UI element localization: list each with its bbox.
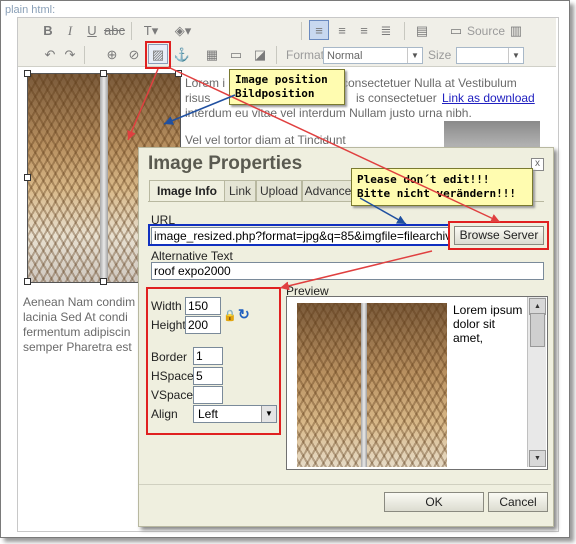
format-label: Format	[286, 48, 325, 62]
dialog-title: Image Properties	[148, 153, 303, 174]
download-link[interactable]: Link as download	[442, 91, 535, 105]
chevron-down-icon: ▼	[261, 406, 276, 422]
plain-html-label: plain html:	[5, 4, 56, 16]
bold-icon[interactable]: B	[38, 21, 58, 41]
doc-line-4: Vel vel tortor diam at Tincidunt	[185, 133, 346, 147]
paste-icon[interactable]: ▤	[412, 21, 432, 41]
doc-lower-line: lacinia Sed At condi	[23, 310, 128, 324]
height-field[interactable]: 200	[185, 316, 221, 334]
vspace-label: VSpace	[151, 388, 194, 402]
toolbar-separator	[131, 22, 132, 40]
rule-icon[interactable]: ▭	[226, 45, 246, 65]
toolbar-separator	[84, 46, 85, 64]
doc-line-1: Lorem i	[185, 76, 226, 90]
reset-size-icon[interactable]: ↻	[238, 306, 250, 323]
alt-text-label: Alternative Text	[151, 249, 233, 263]
border-label: Border	[151, 350, 188, 364]
callout-line: Please don´t edit!!!	[357, 173, 490, 186]
undo-icon[interactable]: ↶	[40, 45, 60, 65]
url-highlight	[148, 224, 450, 246]
doc-line-1-rest: consectetuer Nulla at Vestibulum	[342, 76, 517, 90]
width-field[interactable]: 150	[185, 297, 221, 315]
preview-image	[297, 303, 447, 467]
vspace-field[interactable]	[193, 386, 223, 404]
scroll-down-icon[interactable]: ▼	[529, 450, 546, 467]
text-color-icon[interactable]: T▾	[138, 21, 164, 41]
browse-highlight	[448, 221, 549, 250]
align-left-icon[interactable]: ≡	[309, 20, 329, 40]
width-label: Width	[151, 299, 182, 313]
image-pillar	[100, 75, 108, 280]
tab-upload[interactable]: Upload	[256, 180, 302, 201]
justify-icon[interactable]: ≣	[376, 21, 396, 41]
underline-icon[interactable]: U	[82, 21, 102, 41]
resize-handle[interactable]	[100, 70, 107, 77]
align-right-icon[interactable]: ≡	[354, 21, 374, 41]
chevron-down-icon: ▼	[407, 48, 422, 63]
table-icon[interactable]: ▦	[202, 45, 222, 65]
strike-icon[interactable]: abc	[104, 21, 125, 41]
scroll-thumb[interactable]	[530, 313, 545, 347]
dont-edit-callout: Please don´t edit!!! Bitte nicht verände…	[351, 168, 533, 206]
resize-handle[interactable]	[24, 70, 31, 77]
resize-handle[interactable]	[24, 278, 31, 285]
editor-toolbar: B I U abc T▾ ◈▾ ≡ ≡ ≡ ≣ ▤ ▭ Source ▥ ↶ ↷…	[18, 18, 556, 67]
doc-line-3: interdum eu vitae vel interdum Nullam ju…	[185, 106, 472, 120]
preview-text: Lorem ipsum dolor sit amet,	[453, 303, 523, 345]
doc-line-2: risus	[185, 91, 211, 105]
align-value: Left	[198, 407, 219, 421]
doc-lower-line: Aenean Nam condim	[23, 295, 136, 309]
callout-line: Bitte nicht verändern!!!	[357, 187, 516, 200]
toolbar-separator	[404, 22, 405, 40]
toolbar-separator	[301, 22, 302, 40]
tab-link[interactable]: Link	[224, 180, 256, 201]
size-label: Size	[428, 48, 452, 62]
image-button-highlight	[145, 41, 171, 69]
preview-pillar	[361, 303, 367, 467]
tab-advanced[interactable]: Advance	[302, 180, 354, 201]
hspace-label: HSpace	[151, 369, 194, 383]
alt-text-field[interactable]: roof expo2000	[151, 262, 544, 280]
doc-lower-line: fermentum adipiscin	[23, 325, 131, 339]
footer-divider	[139, 484, 551, 485]
help-icon[interactable]: ▥	[506, 21, 526, 41]
box-icon[interactable]: ◪	[250, 45, 270, 65]
source-label[interactable]: Source	[467, 21, 505, 41]
lock-icon[interactable]: 🔒	[223, 309, 237, 322]
unlink-icon[interactable]: ⊘	[124, 45, 144, 65]
callout-line: Bildposition	[235, 87, 315, 100]
chevron-down-icon: ▼	[508, 48, 523, 63]
doc-line-2-mid: is consectetuer	[356, 91, 437, 105]
redo-icon[interactable]: ↷	[60, 45, 80, 65]
toolbar-separator	[276, 46, 277, 64]
image-position-callout: Image position Bildposition	[229, 69, 345, 105]
bg-color-icon[interactable]: ◈▾	[170, 21, 196, 41]
tab-image-info[interactable]: Image Info	[149, 180, 225, 202]
format-value: Normal	[327, 50, 363, 62]
format-dropdown[interactable]: Normal ▼	[323, 47, 423, 64]
align-select[interactable]: Left ▼	[193, 405, 277, 423]
italic-icon[interactable]: I	[60, 21, 80, 41]
size-dropdown[interactable]: ▼	[456, 47, 524, 64]
border-field[interactable]: 1	[193, 347, 223, 365]
align-label: Align	[151, 407, 178, 421]
align-center-icon[interactable]: ≡	[332, 21, 352, 41]
height-label: Height	[151, 318, 186, 332]
resize-handle[interactable]	[175, 70, 182, 77]
source-icon[interactable]: ▭	[446, 21, 466, 41]
anchor-icon[interactable]: ⚓	[172, 45, 192, 65]
callout-line: Image position	[235, 73, 328, 86]
resize-handle[interactable]	[24, 174, 31, 181]
cancel-button[interactable]: Cancel	[488, 492, 548, 512]
link-icon[interactable]: ⊕	[102, 45, 122, 65]
doc-lower-line: semper Pharetra est	[23, 340, 132, 354]
ok-button[interactable]: OK	[384, 492, 484, 512]
hspace-field[interactable]: 5	[193, 367, 223, 385]
resize-handle[interactable]	[100, 278, 107, 285]
